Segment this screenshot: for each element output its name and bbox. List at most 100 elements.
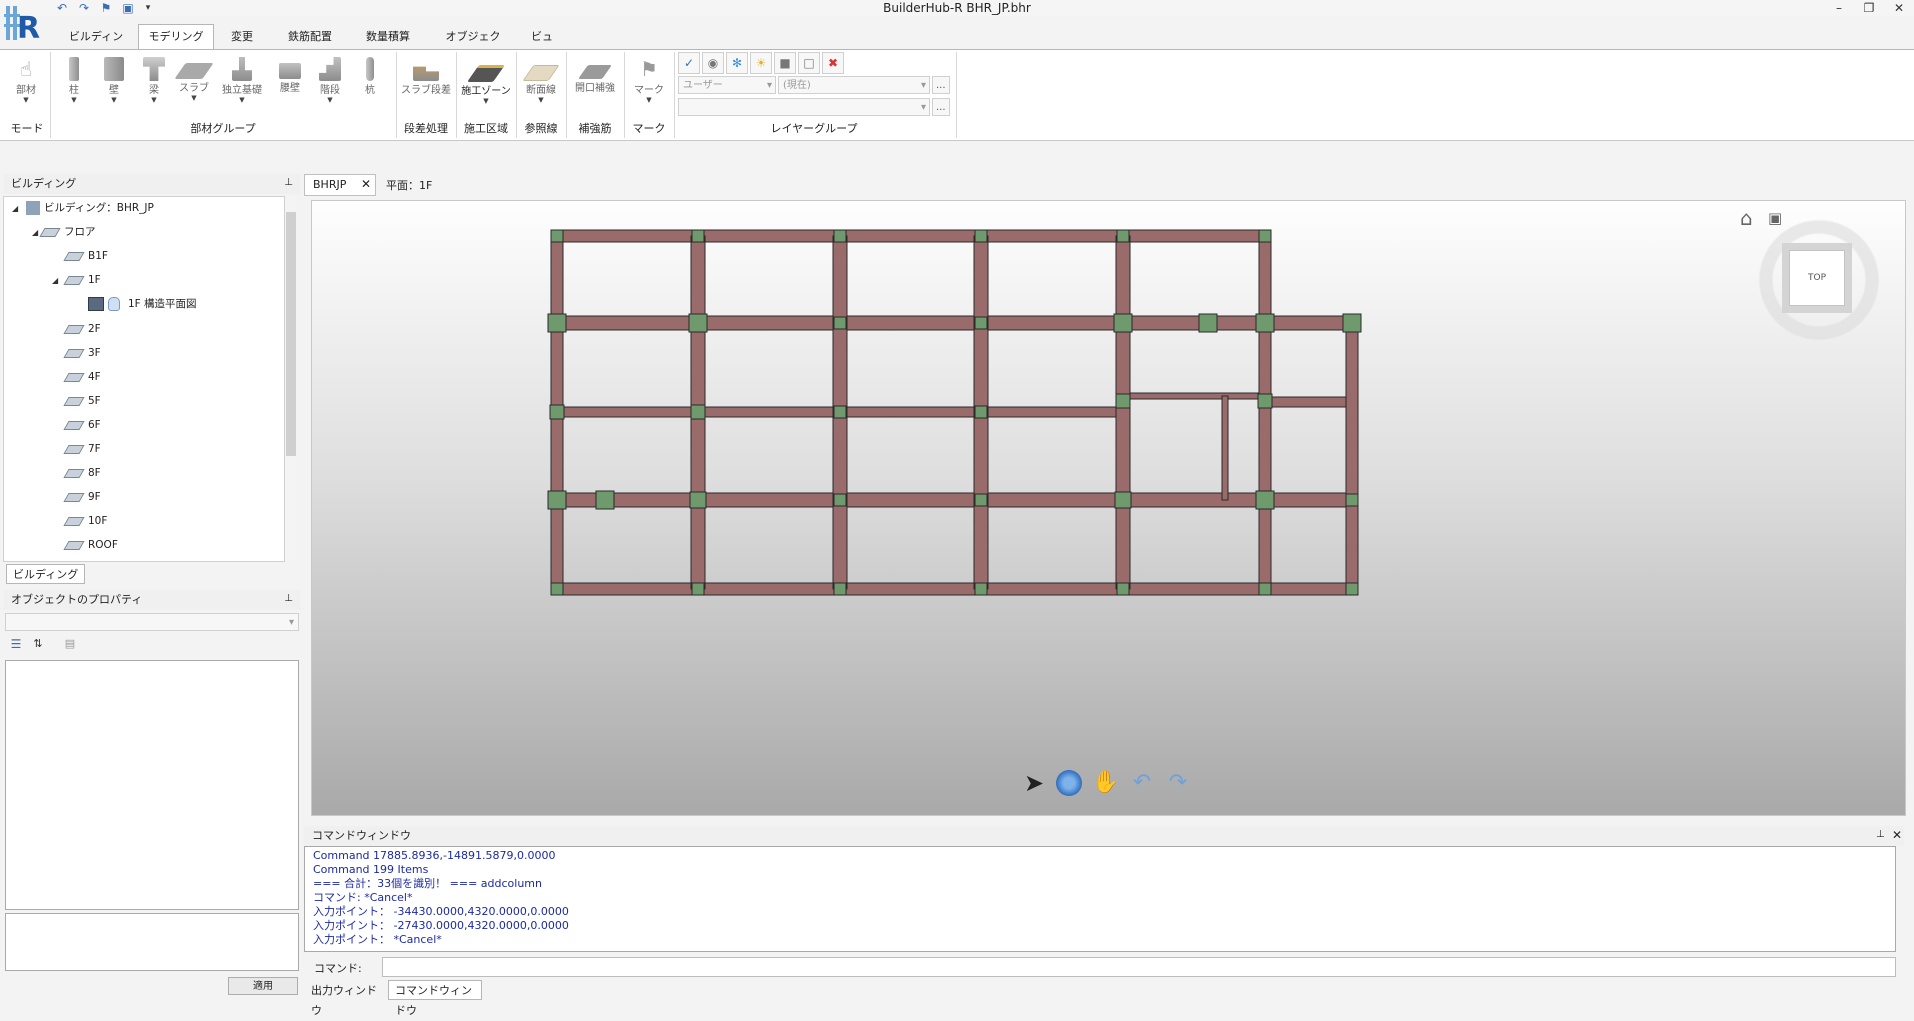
column[interactable] — [688, 313, 708, 333]
tab-command-window[interactable]: コマンドウィンドウ — [388, 980, 482, 1017]
tab-modify[interactable]: 変更 — [222, 25, 262, 49]
object-select[interactable]: ▾ — [5, 613, 299, 631]
wall-button[interactable]: 壁 ▼ — [94, 55, 134, 105]
slab-button[interactable]: スラブ ▼ — [174, 55, 214, 105]
tree-item-floor-plan-view[interactable]: 1F 構造平面図 — [88, 292, 197, 316]
column[interactable] — [547, 490, 567, 510]
column[interactable] — [1255, 490, 1275, 510]
layer-list-more-button[interactable]: ... — [932, 98, 950, 116]
close-icon[interactable]: ✕ — [361, 177, 371, 191]
pin-icon[interactable]: ⊥ — [1876, 829, 1885, 840]
tab-quantity[interactable]: 数量積算 — [358, 25, 418, 49]
column[interactable] — [550, 229, 564, 243]
column[interactable] — [1116, 582, 1130, 596]
save-icon[interactable]: ▣ — [120, 1, 136, 15]
tree-item-floor-root[interactable]: ◢ フロア — [32, 220, 96, 244]
column-button[interactable]: 柱 ▼ — [54, 55, 94, 105]
tree-item-floor[interactable]: 5F — [63, 389, 101, 413]
pin-icon[interactable]: ⚑ — [98, 1, 114, 15]
minimize-icon[interactable]: – — [1824, 0, 1854, 16]
column[interactable] — [1116, 229, 1130, 243]
member-mode-button[interactable]: ☝ 部材 ▼ — [6, 55, 46, 105]
column[interactable] — [974, 229, 988, 243]
tree-item-floor[interactable]: 4F — [63, 365, 101, 389]
slab-step-button[interactable]: スラブ段差 — [400, 55, 452, 105]
layer-user-select[interactable]: ユーザー ▾ — [678, 76, 776, 94]
beam[interactable] — [556, 492, 1353, 508]
tree-item-floor[interactable]: ROOF — [63, 533, 118, 557]
viewcube[interactable]: TOP — [1782, 243, 1852, 313]
column[interactable] — [689, 491, 707, 509]
viewcube-top-face[interactable]: TOP — [1789, 250, 1845, 306]
close-icon[interactable]: ✕ — [1892, 828, 1902, 842]
column[interactable] — [1257, 393, 1273, 409]
beam[interactable] — [1221, 395, 1229, 501]
property-pages-icon[interactable]: ▤ — [62, 637, 78, 653]
app-logo-icon[interactable]: R — [4, 4, 44, 46]
structural-plan[interactable] — [312, 201, 1905, 815]
column[interactable] — [547, 313, 567, 333]
beam[interactable] — [556, 229, 1266, 243]
column[interactable] — [1258, 582, 1272, 596]
tab-output-window[interactable]: 出力ウィンドウ — [304, 980, 388, 1017]
column[interactable] — [691, 229, 705, 243]
layer-list-select[interactable]: ▾ — [678, 98, 930, 116]
column[interactable] — [1345, 493, 1359, 507]
opening-rebar-button[interactable]: 開口補強 — [570, 55, 620, 105]
beam-button[interactable]: 梁 ▼ — [134, 55, 174, 105]
lock-icon[interactable]: ■ — [774, 52, 796, 74]
tree-item-floor[interactable]: ◢ 1F — [52, 268, 101, 292]
tree-item-building[interactable]: ◢ ビルディング：BHR_JP — [12, 196, 154, 220]
home-icon[interactable]: ⌂ — [1740, 207, 1762, 229]
orbit-icon[interactable] — [1056, 770, 1082, 796]
column[interactable] — [550, 582, 564, 596]
pin-icon[interactable]: ⊥ — [284, 593, 293, 604]
restore-icon[interactable]: ❐ — [1854, 0, 1884, 16]
unlock-icon[interactable]: □ — [798, 52, 820, 74]
tab-modeling[interactable]: モデリング — [138, 24, 214, 50]
tab-view[interactable]: ビュー — [524, 25, 560, 67]
delete-icon[interactable]: ✖ — [822, 52, 844, 74]
column[interactable] — [1255, 313, 1275, 333]
command-output[interactable]: Command 17885.8936,-14891.5879,0.0000 Co… — [304, 846, 1896, 952]
column[interactable] — [974, 316, 988, 330]
redo-view-icon[interactable]: ↷ — [1164, 769, 1192, 797]
command-input[interactable] — [382, 957, 1896, 977]
column[interactable] — [1342, 313, 1362, 333]
parapet-wall-button[interactable]: 腰壁 — [270, 55, 310, 105]
column[interactable] — [1198, 313, 1218, 333]
apply-button[interactable]: 適用 — [228, 977, 298, 995]
isolated-footing-button[interactable]: 独立基礎 ▼ — [220, 55, 264, 105]
undo-view-icon[interactable]: ↶ — [1128, 769, 1156, 797]
tab-rebar-placement[interactable]: 鉄筋配置 — [280, 25, 340, 49]
column[interactable] — [1345, 582, 1359, 596]
construction-zone-button[interactable]: 施工ゾーン ▼ — [460, 55, 512, 105]
mark-button[interactable]: ⚑ マーク ▼ — [628, 55, 670, 105]
beam[interactable] — [556, 315, 1353, 331]
layer-visible-check-icon[interactable]: ✓ — [678, 52, 700, 74]
collapse-icon[interactable]: ◢ — [52, 269, 62, 293]
column[interactable] — [833, 229, 847, 243]
column[interactable] — [833, 493, 847, 507]
column[interactable] — [690, 404, 706, 420]
column[interactable] — [595, 490, 615, 510]
layer-more-button[interactable]: ... — [932, 76, 950, 94]
tree-item-floor[interactable]: 2F — [63, 317, 101, 341]
close-icon[interactable]: ✕ — [1884, 0, 1914, 16]
column[interactable] — [974, 582, 988, 596]
redo-icon[interactable]: ↷ — [76, 1, 92, 15]
tree-item-floor[interactable]: B1F — [63, 244, 108, 268]
column[interactable] — [974, 405, 988, 419]
tree-item-floor[interactable]: 8F — [63, 461, 101, 485]
tab-building-panel[interactable]: ビルディング — [6, 564, 86, 584]
beam[interactable] — [1264, 396, 1353, 408]
column[interactable] — [833, 316, 847, 330]
tree-scrollbar-thumb[interactable] — [286, 212, 296, 456]
tree-item-floor[interactable]: 9F — [63, 485, 101, 509]
column[interactable] — [833, 405, 847, 419]
freeze-icon[interactable]: ✻ — [726, 52, 748, 74]
tree-item-floor[interactable]: 10F — [63, 509, 107, 533]
pile-button[interactable]: 杭 — [350, 55, 390, 105]
tab-object[interactable]: オブジェクト — [438, 25, 508, 67]
column[interactable] — [549, 404, 565, 420]
